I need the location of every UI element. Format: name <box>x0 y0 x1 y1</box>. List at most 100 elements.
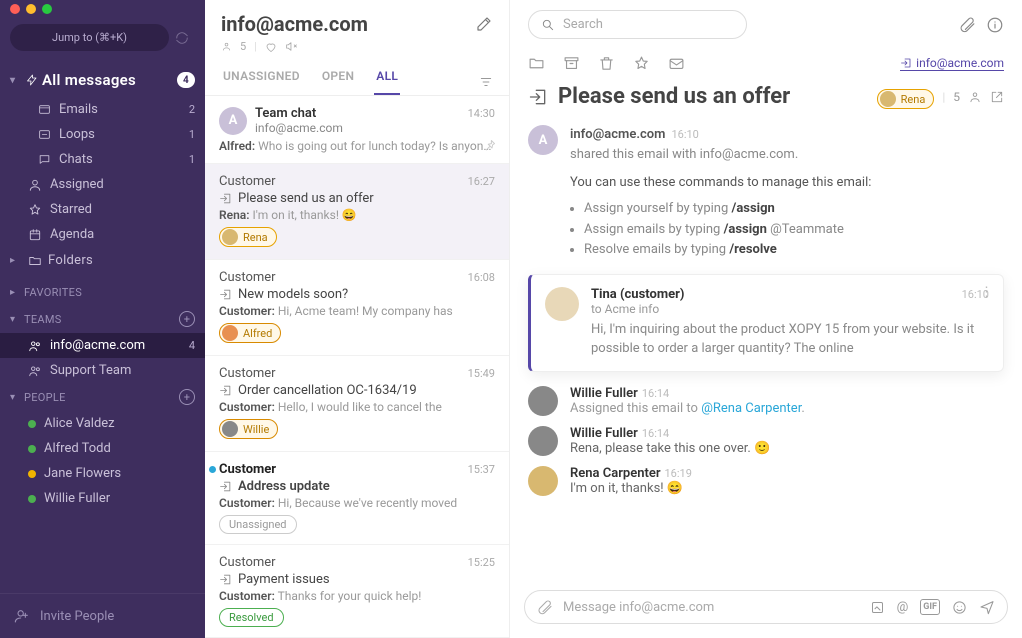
msg-text: . <box>801 401 804 416</box>
person-jane[interactable]: Jane Flowers <box>0 461 205 486</box>
mention-icon[interactable]: @ <box>897 599 909 615</box>
nav-emails[interactable]: Emails2 <box>0 97 205 122</box>
nav-starred[interactable]: Starred <box>0 197 205 222</box>
msg-time: 16:19 <box>665 467 692 480</box>
thread-author: Customer: <box>219 589 275 603</box>
chevron-right-icon: ▸ <box>10 255 24 266</box>
thread-subject: Order cancellation OC-1634/19 <box>238 383 417 398</box>
thread-from: Team chat <box>255 106 316 121</box>
attachment-icon[interactable] <box>959 16 976 33</box>
tab-unassigned[interactable]: UNASSIGNED <box>221 69 302 95</box>
section-favorites[interactable]: ▸FAVORITES <box>0 280 205 305</box>
share-in-icon <box>528 87 548 107</box>
thread-author: Customer: <box>219 304 275 318</box>
assignee-chip[interactable]: Willie <box>219 419 278 439</box>
person-willie[interactable]: Willie Fuller <box>0 486 205 511</box>
team-icon <box>28 364 42 378</box>
thread-author: Customer: <box>219 496 275 510</box>
assignee-chip[interactable]: Unassigned <box>219 515 297 534</box>
detail-pane: Search info@acme.com Please send us an o… <box>510 0 1022 638</box>
thread-time: 15:49 <box>468 367 495 380</box>
nav-folders[interactable]: ▸Folders <box>0 247 205 274</box>
nav-label: All messages <box>42 71 136 89</box>
search-icon <box>541 18 555 32</box>
sys-line: shared this email with info@acme.com. <box>570 145 871 165</box>
avatar <box>222 325 238 341</box>
count-badge: 4 <box>177 72 195 88</box>
message-composer[interactable]: Message info@acme.com @ GIF <box>524 590 1008 624</box>
thread-preview: I'm on it, thanks! 😄 <box>252 208 356 222</box>
thread-item[interactable]: Customer16:27 Please send us an offer Re… <box>205 164 509 260</box>
team-info-acme[interactable]: info@acme.com4 <box>0 333 205 358</box>
assignee-chip[interactable]: Rena <box>877 89 935 109</box>
info-icon[interactable] <box>986 16 1004 34</box>
thread-from: Customer <box>219 366 276 381</box>
compose-button[interactable] <box>475 15 493 33</box>
count: 4 <box>189 339 195 352</box>
thread-preview: Hi, Acme team! My company has <box>278 304 453 318</box>
snippet-icon[interactable] <box>870 599 885 615</box>
sys-from: info@acme.com <box>570 127 665 142</box>
thread-item[interactable]: Customer16:08 New models soon? Customer:… <box>205 260 509 356</box>
archive-icon[interactable] <box>563 55 580 72</box>
jump-to-button[interactable]: Jump to (⌘+K) <box>10 24 169 51</box>
invite-people-button[interactable]: Invite People <box>0 593 205 638</box>
status-chip[interactable]: Resolved <box>219 608 284 627</box>
thread-item[interactable]: Customer 15:49 Order cancellation OC-1634… <box>205 356 509 452</box>
nav-assigned[interactable]: Assigned <box>0 172 205 197</box>
attach-icon[interactable] <box>537 599 553 615</box>
tab-all[interactable]: ALL <box>374 69 400 95</box>
folder-icon[interactable] <box>528 55 545 72</box>
gif-icon[interactable]: GIF <box>920 599 940 615</box>
participant-count: 5 <box>953 90 960 104</box>
heart-icon[interactable] <box>265 41 277 53</box>
minimize-window[interactable] <box>26 4 36 14</box>
maximize-window[interactable] <box>42 4 52 14</box>
thread-item[interactable]: A Team chat14:30 info@acme.com Alfred: W… <box>205 96 509 164</box>
pin-icon[interactable] <box>482 138 497 153</box>
bullet-text: @Teammate <box>767 222 844 237</box>
refresh-icon[interactable] <box>169 31 195 45</box>
members-icon <box>221 41 232 52</box>
thread-preview: Thanks for your quick help! <box>278 589 422 603</box>
trash-icon[interactable] <box>598 55 615 72</box>
nav-chats[interactable]: Chats1 <box>0 147 205 172</box>
more-icon[interactable]: ⋮ <box>980 285 993 300</box>
members-icon[interactable] <box>968 90 982 104</box>
person-alfred[interactable]: Alfred Todd <box>0 436 205 461</box>
section-teams[interactable]: ▾TEAMS+ <box>0 305 205 333</box>
tab-open[interactable]: OPEN <box>320 69 356 95</box>
thread-item[interactable]: Customer15:25 Payment issues Customer: T… <box>205 545 509 638</box>
assignee-chip[interactable]: Rena <box>219 227 277 247</box>
person-alice[interactable]: Alice Valdez <box>0 411 205 436</box>
thread-from: Customer <box>219 174 276 189</box>
context-link[interactable]: info@acme.com <box>900 56 1004 71</box>
avatar <box>528 386 558 416</box>
team-support[interactable]: Support Team <box>0 358 205 383</box>
section-people[interactable]: ▾PEOPLE+ <box>0 383 205 411</box>
add-team-button[interactable]: + <box>179 311 195 327</box>
close-window[interactable] <box>10 4 20 14</box>
search-input[interactable]: Search <box>528 10 747 39</box>
emoji-icon[interactable] <box>952 599 967 615</box>
send-icon[interactable] <box>979 599 995 615</box>
nav-agenda[interactable]: Agenda <box>0 222 205 247</box>
star-icon[interactable] <box>633 55 650 72</box>
conversation-body: A info@acme.com16:10 shared this email w… <box>510 121 1022 582</box>
nav-all-messages[interactable]: ▾ All messages 4 <box>0 63 205 97</box>
add-person-button[interactable]: + <box>179 389 195 405</box>
mention[interactable]: @Rena Carpenter <box>701 401 801 416</box>
mark-unread-icon[interactable] <box>668 55 685 72</box>
msg-time: 16:14 <box>642 427 669 440</box>
person-label: Willie Fuller <box>44 491 110 506</box>
thread-subject: New models soon? <box>238 287 348 302</box>
invite-label: Invite People <box>40 609 114 624</box>
assignee-chip[interactable]: Alfred <box>219 323 281 343</box>
open-external-icon[interactable] <box>990 90 1004 104</box>
list-tabs: UNASSIGNED OPEN ALL <box>205 59 509 96</box>
mute-icon[interactable] <box>285 40 298 53</box>
email-card[interactable]: Tina (customer)16:10 to Acme info Hi, I'… <box>528 274 1004 372</box>
thread-item[interactable]: Customer15:37 Address update Customer: H… <box>205 452 509 545</box>
filter-button[interactable] <box>479 69 493 95</box>
nav-loops[interactable]: Loops1 <box>0 122 205 147</box>
